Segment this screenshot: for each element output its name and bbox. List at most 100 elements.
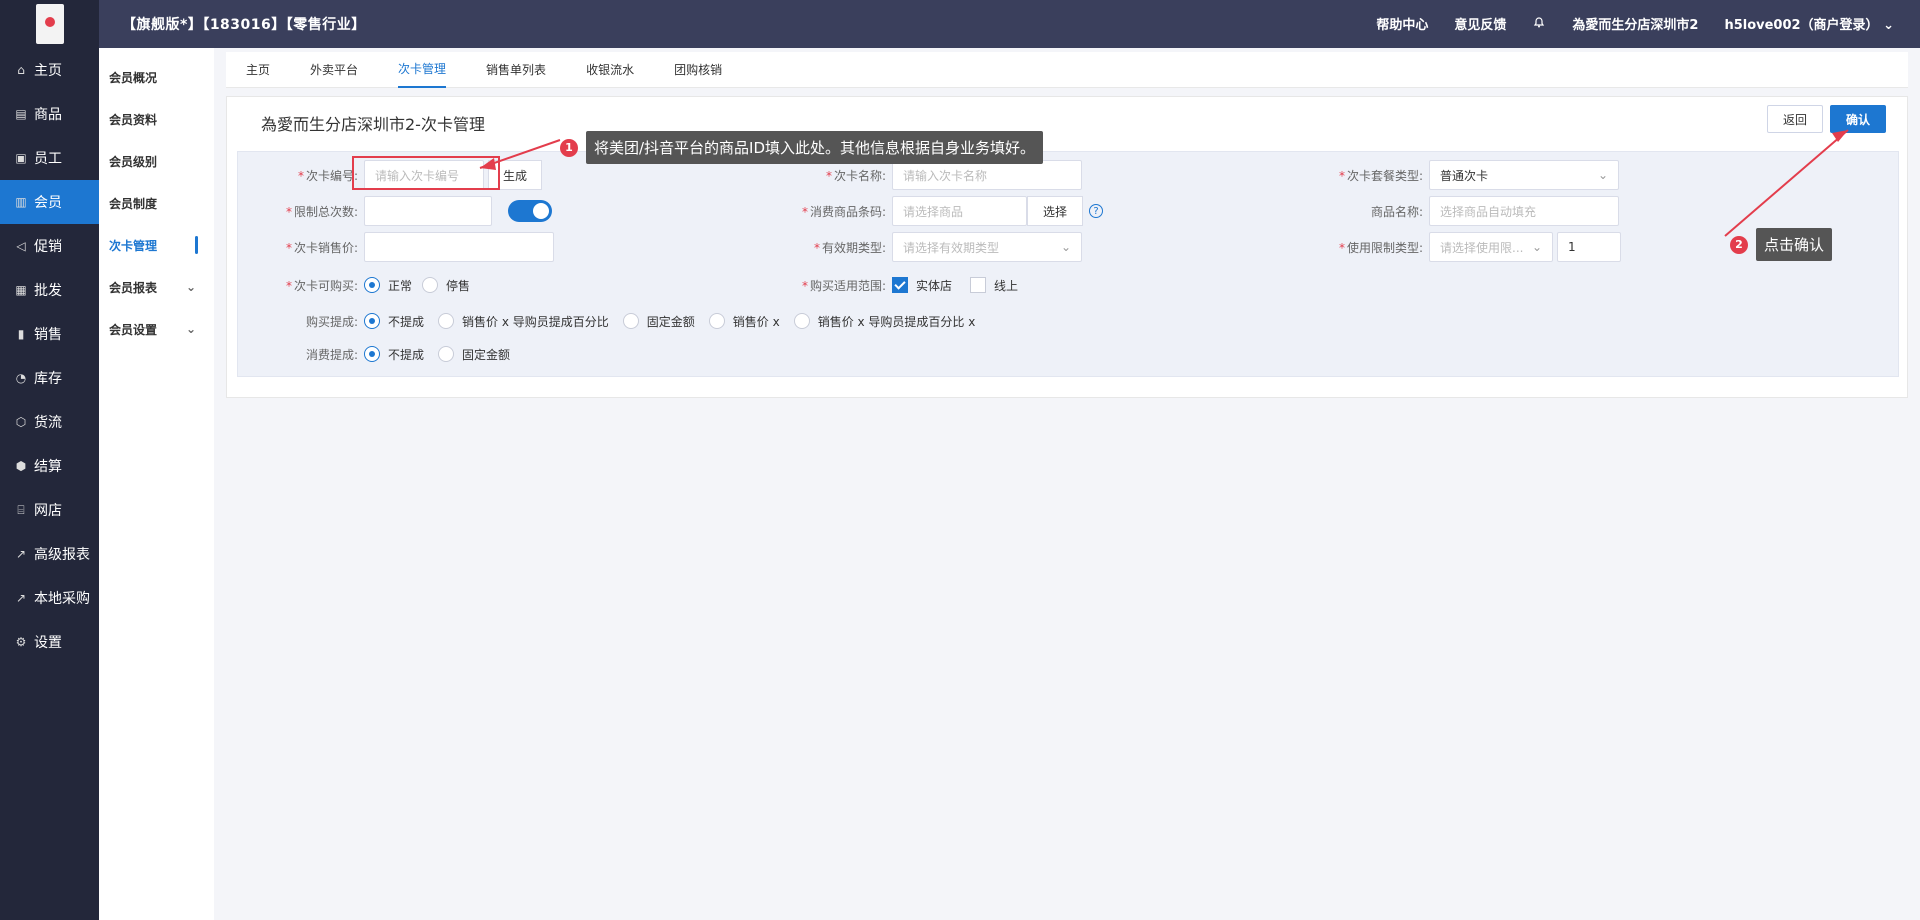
nav-item-label: 商品 <box>34 107 62 123</box>
nav-item-4[interactable]: ◁ 促销 <box>0 224 99 268</box>
radio-fixed-amount[interactable]: 固定金额 <box>622 313 695 330</box>
callout-number: 1 <box>560 138 578 157</box>
limit-times-input[interactable] <box>364 196 492 226</box>
nav-item-12[interactable]: ↗ 本地采购 <box>0 576 99 620</box>
chevron-down-icon: ⌄ <box>185 322 196 336</box>
confirm-button[interactable]: 确认 <box>1830 105 1886 133</box>
nav-item-13[interactable]: ⚙ 设置 <box>0 620 99 664</box>
checkbox-label: 实体店 <box>916 278 953 293</box>
checkbox-box <box>970 277 987 293</box>
subnav-item-6[interactable]: 会员设置 ⌄ <box>99 308 214 350</box>
nav-item-2[interactable]: ▣ 员工 <box>0 136 99 180</box>
package-type-select[interactable]: 普通次卡 ⌄ <box>1429 160 1619 190</box>
nav-item-label: 本地采购 <box>34 591 90 607</box>
consume-code-label: * 消费商品条码: <box>801 204 886 219</box>
tab-2[interactable]: 次卡管理 <box>398 52 447 88</box>
limit-times-toggle[interactable] <box>508 200 552 222</box>
buyable-radio-group: 正常 停售 <box>364 277 470 294</box>
nav-item-9[interactable]: ⬢ 结算 <box>0 444 99 488</box>
member-icon: ▥ <box>15 195 27 209</box>
subnav-item-3[interactable]: 会员制度 <box>99 182 214 224</box>
feedback-link[interactable]: 意见反馈 <box>1454 14 1506 33</box>
radio-circle <box>622 313 639 329</box>
subnav-item-label: 会员报表 <box>109 280 158 295</box>
tab-5[interactable]: 团购核销 <box>674 52 722 88</box>
radio-stop[interactable]: 停售 <box>422 277 470 294</box>
sale-price-label: * 次卡销售价: <box>285 240 358 255</box>
radio-label: 正常 <box>388 278 413 293</box>
radio-normal[interactable]: 正常 <box>364 277 412 294</box>
nav-item-1[interactable]: ▤ 商品 <box>0 92 99 136</box>
subnav-item-5[interactable]: 会员报表 ⌄ <box>99 266 214 308</box>
inventory-icon: ◔ <box>15 371 27 385</box>
checkbox-online[interactable]: 线上 <box>970 277 1018 294</box>
package-type-label: * 次卡套餐类型: <box>1338 168 1423 183</box>
tab-4[interactable]: 收银流水 <box>586 52 634 88</box>
nav-item-11[interactable]: ↗ 高级报表 <box>0 532 99 576</box>
nav-item-label: 促销 <box>34 239 62 255</box>
use-limit-value-input[interactable]: 1 <box>1557 232 1621 262</box>
topbar: 【旗舰版*】【183016】【零售行业】 帮助中心 意见反馈 為愛而生分店深圳市… <box>0 0 1920 48</box>
page-tabs: 主页 外卖平台 次卡管理 销售单列表 收银流水 团购核销 <box>226 52 1908 88</box>
nav-item-5[interactable]: ▦ 批发 <box>0 268 99 312</box>
logo-area <box>0 0 99 48</box>
nav-item-label: 库存 <box>34 371 62 387</box>
radio-consume-no[interactable]: 不提成 <box>364 346 424 363</box>
bell-icon[interactable] <box>1532 15 1546 33</box>
use-limit-select[interactable]: 请选择使用限... ⌄ <box>1429 232 1553 262</box>
goods-name-input: 选择商品自动填充 <box>1429 196 1619 226</box>
radio-sale-percent-x[interactable]: 销售价 x 导购员提成百分比 x <box>793 313 975 330</box>
nav-item-8[interactable]: ⬡ 货流 <box>0 400 99 444</box>
limit-times-label: * 限制总次数: <box>285 204 358 219</box>
card-name-input[interactable]: 请输入次卡名称 <box>892 160 1082 190</box>
tab-0[interactable]: 主页 <box>246 52 270 88</box>
nav-item-label: 网店 <box>34 503 62 519</box>
radio-sale-x[interactable]: 销售价 x <box>708 313 780 330</box>
chevron-down-icon: ⌄ <box>1531 240 1542 254</box>
help-icon[interactable]: ? <box>1089 204 1103 218</box>
subnav-item-label: 会员制度 <box>109 196 158 211</box>
scope-label: * 购买适用范围: <box>801 278 886 293</box>
user-name: h5love002（商户登录） <box>1724 18 1879 33</box>
nav-item-3[interactable]: ▥ 会员 <box>0 180 99 224</box>
consume-code-input[interactable]: 请选择商品 <box>892 196 1027 226</box>
radio-consume-fixed[interactable]: 固定金额 <box>438 346 510 363</box>
radio-circle <box>364 313 380 329</box>
checkbox-box <box>892 277 908 293</box>
user-menu[interactable]: h5love002（商户登录） ⌄ <box>1724 14 1894 33</box>
subnav-item-label: 会员级别 <box>109 154 158 169</box>
tab-3[interactable]: 销售单列表 <box>486 52 546 88</box>
subnav-item-0[interactable]: 会员概况 <box>99 56 214 98</box>
radio-circle <box>438 313 455 329</box>
sale-price-input[interactable] <box>364 232 554 262</box>
nav-item-0[interactable]: ⌂ 主页 <box>0 48 99 92</box>
help-link[interactable]: 帮助中心 <box>1376 14 1428 33</box>
nav-item-label: 员工 <box>34 151 62 167</box>
store-name[interactable]: 為愛而生分店深圳市2 <box>1572 14 1698 33</box>
page-title: 為愛而生分店深圳市2-次卡管理 <box>261 115 485 134</box>
select-goods-button[interactable]: 选择 <box>1027 196 1083 226</box>
radio-label: 固定金额 <box>646 314 695 329</box>
nav-item-6[interactable]: ▮ 销售 <box>0 312 99 356</box>
radio-circle <box>708 313 725 329</box>
checkbox-offline[interactable]: 实体店 <box>892 277 952 294</box>
card-no-label: * 次卡编号: <box>297 168 358 183</box>
sales-icon: ▮ <box>17 327 25 341</box>
radio-label: 销售价 x <box>732 314 780 329</box>
tab-1[interactable]: 外卖平台 <box>310 52 358 88</box>
app-title: 【旗舰版*】【183016】【零售行业】 <box>122 17 366 33</box>
callout-1: 1 将美团/抖音平台的商品ID填入此处。其他信息根据自身业务填好。 <box>560 131 1044 164</box>
nav-item-label: 销售 <box>34 327 62 343</box>
valid-type-select[interactable]: 请选择有效期类型 ⌄ <box>892 232 1082 262</box>
subnav-item-1[interactable]: 会员资料 <box>99 98 214 140</box>
subnav-item-2[interactable]: 会员级别 <box>99 140 214 182</box>
nav-item-10[interactable]: ⌸ 网店 <box>0 488 99 532</box>
return-button[interactable]: 返回 <box>1767 105 1823 133</box>
radio-no-commission[interactable]: 不提成 <box>364 313 424 330</box>
subnav-item-label: 次卡管理 <box>109 238 158 253</box>
nav-item-7[interactable]: ◔ 库存 <box>0 356 99 400</box>
radio-sale-percent[interactable]: 销售价 x 导购员提成百分比 <box>438 313 609 330</box>
subnav-item-4[interactable]: 次卡管理 <box>99 224 214 266</box>
nav-item-label: 高级报表 <box>34 547 90 563</box>
chevron-down-icon: ⌄ <box>1597 168 1608 182</box>
